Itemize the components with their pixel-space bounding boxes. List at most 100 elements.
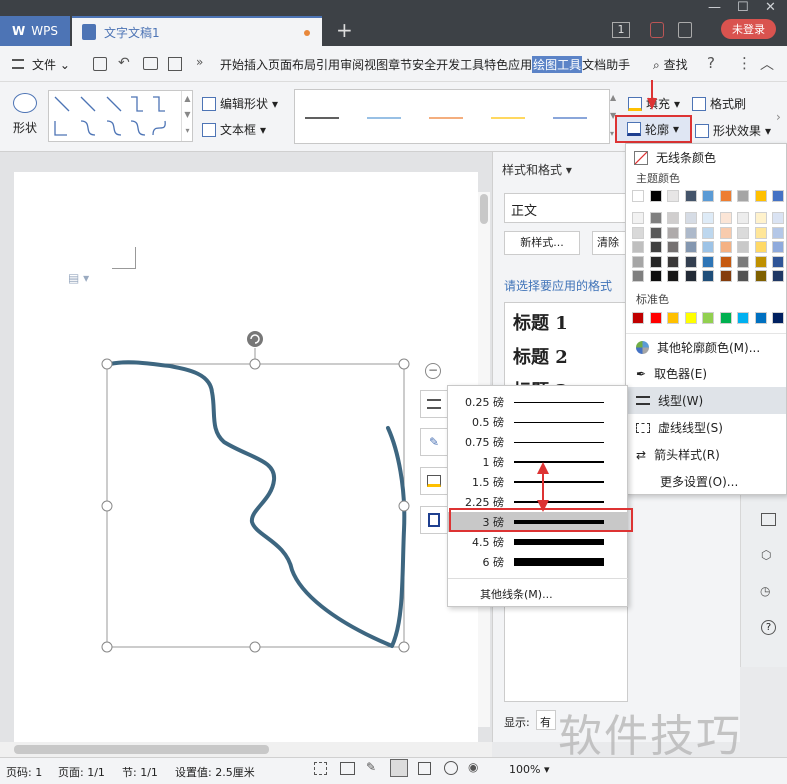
theme-shade-swatch[interactable]: [632, 270, 644, 282]
theme-shade-swatch[interactable]: [684, 270, 697, 282]
maximize-icon[interactable]: ☐: [737, 0, 749, 15]
current-style-field[interactable]: 正文: [504, 193, 628, 223]
styles-panel-header[interactable]: 样式和格式 ▾: [502, 161, 572, 178]
theme-shade-swatch[interactable]: [719, 212, 732, 224]
theme-shade-swatch[interactable]: [684, 255, 697, 268]
show-select[interactable]: 有: [536, 710, 556, 730]
menu-item-9[interactable]: 特色应用: [484, 56, 532, 73]
standard-color-swatch[interactable]: [737, 312, 749, 324]
theme-shade-swatch[interactable]: [702, 270, 714, 282]
theme-shade-swatch[interactable]: [754, 255, 767, 268]
shield-icon[interactable]: ⬡: [761, 548, 771, 562]
theme-shade-swatch[interactable]: [649, 212, 662, 224]
rotate-handle-icon[interactable]: [247, 331, 263, 347]
skin-icon[interactable]: [650, 22, 664, 38]
menu-item-8[interactable]: 开发工具: [436, 56, 484, 73]
resize-handle[interactable]: [398, 358, 410, 370]
theme-color-swatch[interactable]: [754, 190, 767, 202]
resize-handle[interactable]: [101, 641, 113, 653]
theme-color-swatch[interactable]: [719, 190, 732, 202]
history-icon[interactable]: ◷: [760, 584, 770, 598]
outline-view-icon[interactable]: [418, 762, 431, 775]
theme-shade-swatch[interactable]: [754, 241, 767, 253]
standard-color-swatch[interactable]: [719, 312, 732, 324]
login-button[interactable]: 未登录: [721, 19, 776, 39]
layout-options-icon[interactable]: [420, 390, 448, 418]
line-weight-item[interactable]: 0.5 磅: [448, 412, 628, 432]
theme-shade-swatch[interactable]: [667, 226, 679, 239]
style-item-heading-2[interactable]: 标题 2: [505, 337, 627, 371]
menu-item-2[interactable]: 页面布局: [268, 56, 316, 73]
menu-item-10[interactable]: 绘图工具: [532, 56, 583, 73]
theme-shade-swatch[interactable]: [772, 270, 784, 282]
menu-item-7[interactable]: 安全: [412, 56, 436, 73]
theme-color-swatch[interactable]: [684, 190, 697, 202]
theme-shade-swatch[interactable]: [667, 212, 679, 224]
outline-float-icon[interactable]: [420, 506, 448, 534]
web-view-icon[interactable]: [444, 761, 458, 775]
theme-shade-swatch[interactable]: [632, 255, 644, 268]
minimize-icon[interactable]: —: [708, 0, 721, 15]
theme-shade-swatch[interactable]: [632, 226, 644, 239]
theme-shade-swatch[interactable]: [702, 212, 714, 224]
standard-color-swatch[interactable]: [667, 312, 679, 324]
menu-item-3[interactable]: 引用: [316, 56, 340, 73]
standard-color-swatch[interactable]: [684, 312, 697, 324]
theme-shade-swatch[interactable]: [684, 226, 697, 239]
file-menu[interactable]: 文件 ⌄: [32, 56, 70, 73]
theme-shade-swatch[interactable]: [667, 270, 679, 282]
theme-shade-swatch[interactable]: [719, 226, 732, 239]
outline-button[interactable]: 轮廓 ▾: [615, 115, 692, 143]
theme-color-swatch[interactable]: [649, 190, 662, 202]
textbox-button[interactable]: 文本框 ▾: [202, 121, 266, 138]
fullscreen-icon[interactable]: [314, 762, 327, 775]
line-type-item[interactable]: 线型(W): [626, 387, 786, 414]
theme-shade-swatch[interactable]: [772, 241, 784, 253]
shape-effect-button[interactable]: 形状效果 ▾: [695, 122, 771, 139]
horizontal-scrollbar[interactable]: [0, 742, 492, 757]
theme-shade-swatch[interactable]: [702, 226, 714, 239]
theme-shade-swatch[interactable]: [632, 241, 644, 253]
resize-handle[interactable]: [398, 500, 410, 512]
fill-float-icon[interactable]: [420, 467, 448, 495]
theme-shade-swatch[interactable]: [649, 255, 662, 268]
theme-shade-swatch[interactable]: [667, 255, 679, 268]
theme-shade-swatch[interactable]: [649, 226, 662, 239]
search-button[interactable]: ⌕ 查找: [653, 56, 688, 73]
resize-handle[interactable]: [101, 358, 113, 370]
theme-shade-swatch[interactable]: [702, 255, 714, 268]
more-quick-icon[interactable]: »: [196, 55, 203, 69]
line-weight-item[interactable]: 6 磅: [448, 552, 628, 572]
theme-shade-swatch[interactable]: [719, 241, 732, 253]
theme-shade-swatch[interactable]: [684, 212, 697, 224]
resize-handle[interactable]: [249, 358, 261, 370]
edit-shape-button[interactable]: 编辑形状 ▾: [202, 95, 278, 112]
theme-color-swatch[interactable]: [667, 190, 679, 202]
page-view-icon[interactable]: [390, 759, 408, 777]
theme-shade-swatch[interactable]: [772, 255, 784, 268]
standard-color-swatch[interactable]: [702, 312, 714, 324]
theme-shade-swatch[interactable]: [754, 212, 767, 224]
theme-color-swatch[interactable]: [737, 190, 749, 202]
menu-item-1[interactable]: 插入: [244, 56, 268, 73]
connector-shapes-gallery[interactable]: [48, 90, 193, 142]
save-icon[interactable]: [93, 57, 107, 71]
tab-count-badge[interactable]: 1: [612, 22, 630, 38]
theme-color-swatch[interactable]: [772, 190, 784, 202]
theme-shade-swatch[interactable]: [702, 241, 714, 253]
theme-shade-swatch[interactable]: [649, 270, 662, 282]
read-mode-icon[interactable]: [340, 762, 355, 775]
undo-icon[interactable]: ↶: [118, 55, 130, 71]
arrow-style-item[interactable]: ⇄ 箭头样式(R): [626, 441, 786, 468]
print-icon[interactable]: [143, 57, 158, 70]
menu-item-6[interactable]: 章节: [388, 56, 412, 73]
preview-icon[interactable]: [168, 57, 182, 71]
line-weight-item[interactable]: 0.25 磅: [448, 392, 628, 412]
resize-handle[interactable]: [249, 641, 261, 653]
zoom-out-float-icon[interactable]: −: [425, 363, 441, 379]
theme-shade-swatch[interactable]: [772, 226, 784, 239]
standard-color-swatch[interactable]: [772, 312, 784, 324]
style-item-heading-1[interactable]: 标题 1: [505, 303, 627, 337]
image-icon[interactable]: [761, 513, 776, 526]
theme-shade-swatch[interactable]: [754, 270, 767, 282]
